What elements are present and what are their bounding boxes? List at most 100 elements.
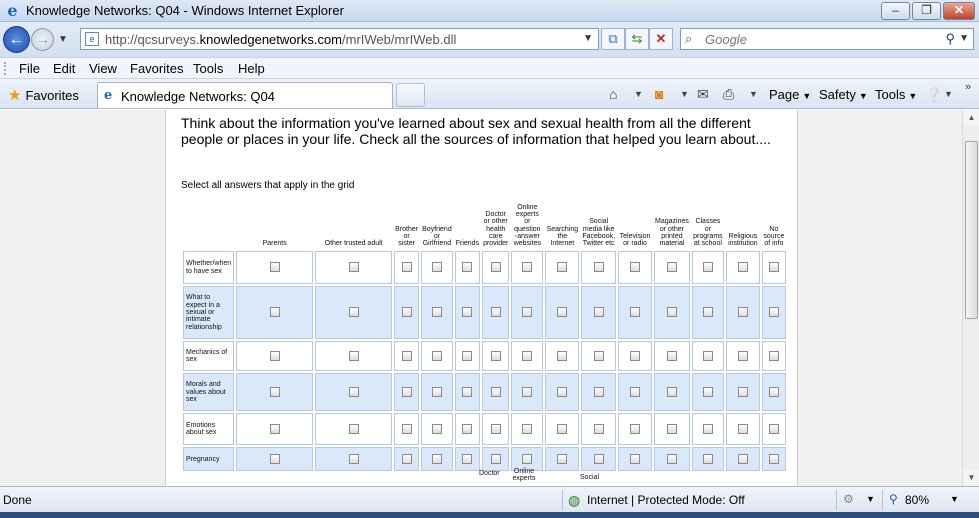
address-bar[interactable]: e http://qcsurveys.knowledgenetworks.com… [80, 28, 599, 50]
answer-checkbox[interactable] [737, 386, 748, 397]
new-tab-button[interactable] [396, 83, 425, 107]
grid-cell[interactable] [761, 447, 786, 472]
answer-checkbox[interactable] [490, 350, 501, 361]
grid-cell[interactable] [691, 373, 724, 412]
grid-cell[interactable] [454, 447, 481, 472]
answer-checkbox[interactable] [462, 386, 473, 397]
answer-checkbox[interactable] [702, 262, 713, 273]
answer-checkbox[interactable] [666, 262, 677, 273]
grid-cell[interactable] [511, 286, 544, 340]
rss-feed-icon[interactable]: ◙ [655, 86, 663, 102]
grid-cell[interactable] [236, 373, 314, 412]
grid-cell[interactable] [581, 373, 617, 412]
answer-checkbox[interactable] [737, 423, 748, 434]
grid-cell[interactable] [761, 251, 786, 285]
answer-checkbox[interactable] [702, 386, 713, 397]
grid-cell[interactable] [761, 341, 786, 372]
scroll-thumb[interactable] [965, 141, 978, 319]
page-menu-button[interactable]: Page ▼ [769, 87, 811, 102]
grid-cell[interactable] [236, 251, 314, 285]
answer-checkbox[interactable] [737, 262, 748, 273]
grid-cell[interactable] [421, 341, 453, 372]
grid-cell[interactable] [654, 447, 690, 472]
answer-checkbox[interactable] [768, 453, 779, 464]
back-button[interactable]: ← [3, 26, 30, 53]
answer-checkbox[interactable] [522, 307, 533, 318]
zoom-icon[interactable]: ⚲ [889, 492, 898, 506]
close-window-button[interactable]: ✕ [943, 2, 975, 20]
grid-cell[interactable] [654, 251, 690, 285]
answer-checkbox[interactable] [557, 307, 568, 318]
address-dropdown-icon[interactable]: ▼ [583, 33, 593, 44]
grid-cell[interactable] [618, 447, 653, 472]
grid-cell[interactable] [618, 341, 653, 372]
answer-checkbox[interactable] [269, 423, 280, 434]
grid-cell[interactable] [545, 251, 580, 285]
safety-menu-button[interactable]: Safety ▼ [819, 87, 868, 102]
answer-checkbox[interactable] [768, 307, 779, 318]
grid-cell[interactable] [725, 413, 760, 446]
answer-checkbox[interactable] [348, 307, 359, 318]
answer-checkbox[interactable] [462, 307, 473, 318]
feed-dropdown-icon[interactable]: ▼ [680, 89, 689, 99]
answer-checkbox[interactable] [490, 423, 501, 434]
answer-checkbox[interactable] [269, 350, 280, 361]
recent-pages-dropdown[interactable]: ▼ [58, 34, 68, 45]
grid-cell[interactable] [545, 373, 580, 412]
stop-button[interactable]: ✕ [649, 28, 673, 50]
answer-checkbox[interactable] [768, 423, 779, 434]
grid-cell[interactable] [421, 413, 453, 446]
grid-cell[interactable] [236, 286, 314, 340]
answer-checkbox[interactable] [737, 350, 748, 361]
answer-checkbox[interactable] [269, 453, 280, 464]
answer-checkbox[interactable] [768, 262, 779, 273]
grid-cell[interactable] [618, 413, 653, 446]
grid-cell[interactable] [236, 447, 314, 472]
grid-cell[interactable] [654, 286, 690, 340]
answer-checkbox[interactable] [593, 307, 604, 318]
grid-cell[interactable] [725, 373, 760, 412]
grid-cell[interactable] [482, 413, 510, 446]
grid-cell[interactable] [394, 413, 420, 446]
grid-cell[interactable] [691, 286, 724, 340]
answer-checkbox[interactable] [269, 262, 280, 273]
answer-checkbox[interactable] [490, 453, 501, 464]
answer-checkbox[interactable] [522, 386, 533, 397]
grid-cell[interactable] [725, 251, 760, 285]
answer-checkbox[interactable] [348, 262, 359, 273]
grid-cell[interactable] [654, 373, 690, 412]
grid-cell[interactable] [545, 286, 580, 340]
answer-checkbox[interactable] [431, 350, 442, 361]
grid-cell[interactable] [454, 341, 481, 372]
grid-cell[interactable] [691, 413, 724, 446]
grid-cell[interactable] [236, 413, 314, 446]
grid-cell[interactable] [725, 286, 760, 340]
grid-cell[interactable] [581, 286, 617, 340]
answer-checkbox[interactable] [401, 386, 412, 397]
grid-cell[interactable] [315, 341, 393, 372]
answer-checkbox[interactable] [593, 350, 604, 361]
grid-cell[interactable] [581, 341, 617, 372]
menu-file[interactable]: File [19, 61, 40, 76]
answer-checkbox[interactable] [702, 453, 713, 464]
grid-cell[interactable] [725, 341, 760, 372]
grid-cell[interactable] [581, 413, 617, 446]
answer-checkbox[interactable] [666, 423, 677, 434]
grid-cell[interactable] [421, 373, 453, 412]
answer-checkbox[interactable] [462, 350, 473, 361]
protected-mode-dropdown[interactable]: ▼ [866, 494, 875, 504]
answer-checkbox[interactable] [666, 350, 677, 361]
grid-cell[interactable] [761, 373, 786, 412]
answer-checkbox[interactable] [490, 307, 501, 318]
zoom-level[interactable]: 80% [905, 493, 929, 507]
answer-checkbox[interactable] [593, 262, 604, 273]
answer-checkbox[interactable] [348, 423, 359, 434]
grid-cell[interactable] [421, 286, 453, 340]
print-dropdown-icon[interactable]: ▼ [749, 89, 758, 99]
answer-checkbox[interactable] [557, 386, 568, 397]
grid-cell[interactable] [482, 286, 510, 340]
grid-cell[interactable] [545, 447, 580, 472]
answer-checkbox[interactable] [490, 262, 501, 273]
grid-cell[interactable] [545, 413, 580, 446]
answer-checkbox[interactable] [666, 453, 677, 464]
